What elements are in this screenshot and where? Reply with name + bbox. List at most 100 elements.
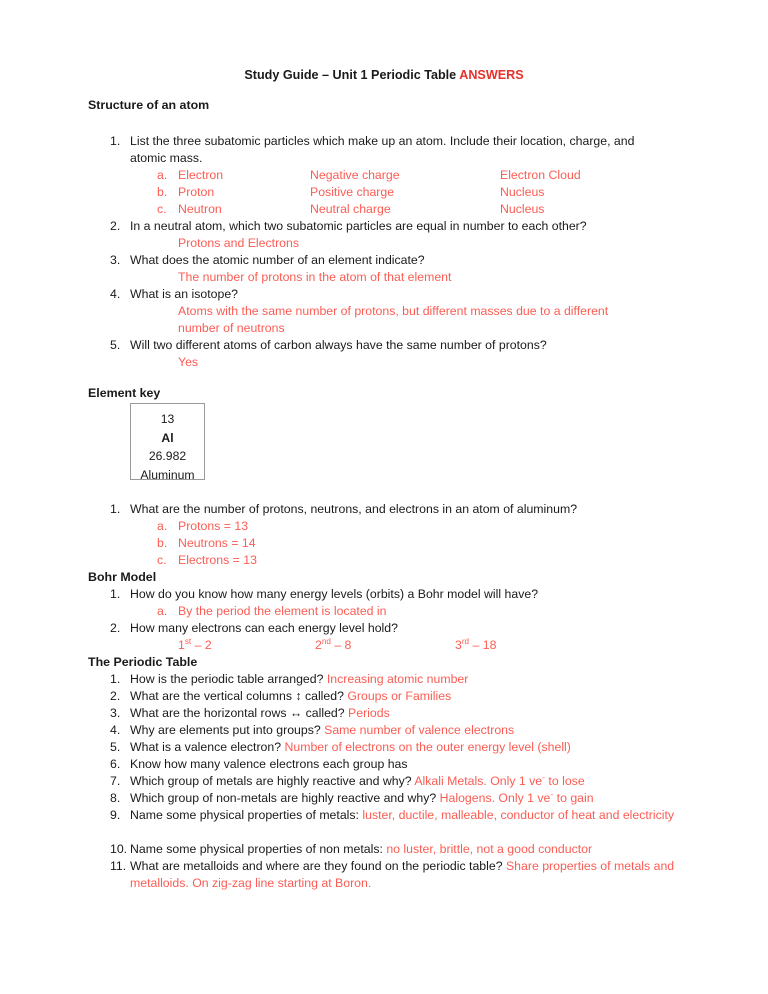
question-text: What is an isotope? — [130, 287, 239, 301]
energy-level-2: 2nd – 8 — [315, 637, 351, 654]
list-number: 10. — [110, 842, 128, 856]
question-text-cont: atomic mass. — [130, 151, 203, 165]
answer-text: The number of protons in the atom of tha… — [178, 270, 452, 284]
energy-level-ordinal: 3 — [455, 638, 462, 652]
answer-text: Increasing atomic number — [326, 672, 469, 686]
particle-name: Electron — [178, 168, 224, 182]
answer-text: Groups or Families — [347, 689, 452, 703]
answer-text: Periods — [348, 706, 390, 720]
answer-text: Neutrons = 14 — [178, 536, 256, 550]
list-letter: a. — [157, 168, 168, 182]
answers-label: ANSWERS — [459, 68, 524, 82]
question-text: Know how many valence electrons each gro… — [130, 757, 408, 771]
list-letter: b. — [157, 536, 168, 550]
particle-charge: Positive charge — [310, 185, 395, 199]
element-atomic-mass: 26.982 — [148, 449, 187, 464]
list-letter: a. — [157, 604, 168, 618]
answer-text: Yes — [178, 355, 199, 369]
question-text: What are metalloids and where are they f… — [130, 859, 506, 873]
element-name: Aluminum — [140, 467, 195, 482]
document-page: Study Guide – Unit 1 Periodic Table ANSW… — [0, 0, 768, 994]
list-number: 4. — [110, 287, 121, 301]
question-text: Will two different atoms of carbon alway… — [130, 338, 547, 352]
answer-text: By the period the element is located in — [178, 604, 387, 618]
energy-level-suffix: rd — [461, 636, 470, 646]
question-text: What are the number of protons, neutrons… — [130, 502, 578, 516]
list-number: 2. — [110, 689, 121, 703]
list-number: 11. — [110, 859, 127, 873]
list-number: 2. — [110, 621, 121, 635]
answer-text: Protons = 13 — [178, 519, 249, 533]
particle-charge: Neutral charge — [310, 202, 391, 216]
question-text: What are the horizontal rows ↔ called? — [130, 706, 349, 720]
particle-name: Proton — [178, 185, 215, 199]
list-number: 1. — [110, 672, 121, 686]
page-title-main: Study Guide – Unit 1 Periodic Table — [244, 68, 460, 82]
energy-level-value: – 2 — [191, 638, 212, 652]
answer-text: no luster, brittle, not a good conductor — [386, 842, 593, 856]
list-letter: b. — [157, 185, 168, 199]
list-number: 9. — [110, 808, 121, 822]
answer-text: Electrons = 13 — [178, 553, 257, 567]
question-text: What are the vertical columns ↕ called? — [130, 689, 348, 703]
list-number: 7. — [110, 774, 121, 788]
section-heading-periodic-table: The Periodic Table — [88, 655, 198, 669]
answer-text-post: to gain — [553, 791, 594, 805]
particle-name: Neutron — [178, 202, 222, 216]
question-text: List the three subatomic particles which… — [130, 134, 635, 148]
list-item: Know how many valence electrons each gro… — [130, 756, 408, 773]
list-number: 3. — [110, 706, 121, 720]
list-item: Name some physical properties of non met… — [130, 841, 592, 858]
list-number: 1. — [110, 502, 121, 516]
list-item: What are metalloids and where are they f… — [130, 858, 682, 892]
list-number: 6. — [110, 757, 121, 771]
answer-text: Halogens. Only 1 ve- to gain — [439, 790, 594, 805]
energy-level-value: – 8 — [330, 638, 352, 652]
question-text: Why are elements put into groups? — [130, 723, 325, 737]
list-letter: c. — [157, 553, 167, 567]
section-heading-bohr-model: Bohr Model — [88, 570, 157, 584]
particle-location: Nucleus — [500, 202, 545, 216]
particle-location: Electron Cloud — [500, 168, 581, 182]
question-text: In a neutral atom, which two subatomic p… — [130, 219, 587, 233]
list-number: 8. — [110, 791, 121, 805]
energy-level-1: 1st – 2 — [178, 637, 212, 654]
question-text: How many electrons can each energy level… — [130, 621, 398, 635]
question-text: What does the atomic number of an elemen… — [130, 253, 425, 267]
list-number: 1. — [110, 587, 121, 601]
answer-text-pre: Halogens. Only 1 ve — [439, 791, 551, 805]
particle-location: Nucleus — [500, 185, 545, 199]
answer-text: luster, ductile, malleable, conductor of… — [362, 808, 675, 822]
question-text: Name some physical properties of non met… — [130, 842, 387, 856]
energy-level-value: – 18 — [469, 638, 497, 652]
section-heading-element-key: Element key — [88, 386, 161, 400]
section-heading-structure: Structure of an atom — [88, 98, 210, 112]
energy-level-3: 3rd – 18 — [455, 637, 496, 654]
answer-text: Alkali Metals. Only 1 ve- to lose — [414, 773, 585, 788]
question-text: Which group of metals are highly reactiv… — [130, 774, 415, 788]
answer-text: Atoms with the same number of protons, b… — [178, 304, 609, 318]
element-atomic-number: 13 — [160, 412, 175, 426]
list-number: 5. — [110, 338, 121, 352]
particle-charge: Negative charge — [310, 168, 400, 182]
element-key-tile: 13 Al 26.982 Aluminum — [130, 403, 205, 482]
list-number: 3. — [110, 253, 121, 267]
list-item: Why are elements put into groups? Same n… — [130, 722, 514, 739]
element-symbol: Al — [161, 430, 174, 445]
question-text: How do you know how many energy levels (… — [130, 587, 539, 601]
list-item: Name some physical properties of metals:… — [130, 807, 682, 824]
answer-text-pre: Alkali Metals. Only 1 ve — [414, 774, 543, 788]
list-item: What is a valence electron? Number of el… — [130, 739, 571, 756]
list-number: 5. — [110, 740, 121, 754]
answer-text: Protons and Electrons — [178, 236, 299, 250]
list-letter: c. — [157, 202, 167, 216]
list-item: What are the vertical columns ↕ called? … — [130, 688, 451, 705]
energy-level-ordinal: 1 — [178, 638, 185, 652]
list-number: 4. — [110, 723, 121, 737]
energy-level-ordinal: 2 — [315, 638, 322, 652]
question-text: Name some physical properties of metals: — [130, 808, 363, 822]
question-text: How is the periodic table arranged? — [130, 672, 327, 686]
energy-level-suffix: nd — [321, 636, 331, 646]
answer-text-cont: number of neutrons — [178, 321, 285, 335]
answer-text-post: to lose — [545, 774, 585, 788]
